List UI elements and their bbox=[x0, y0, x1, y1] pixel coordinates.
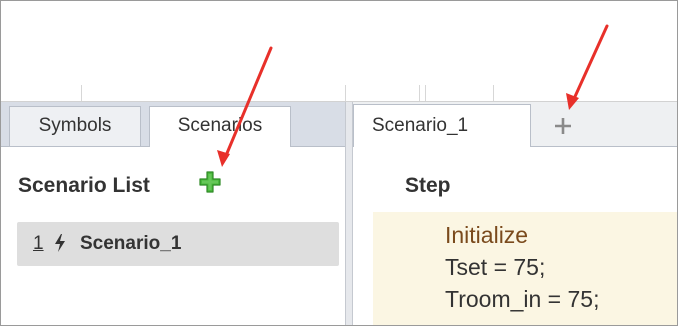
scenario-name: Scenario_1 bbox=[80, 233, 182, 254]
left-tab-bar: Symbols Scenarios bbox=[1, 102, 345, 147]
plus-icon bbox=[199, 171, 221, 193]
add-tab-button[interactable] bbox=[553, 116, 573, 136]
step-code-line: Troom_in = 75; bbox=[445, 286, 600, 312]
bolt-icon bbox=[54, 233, 66, 253]
toolbar-area bbox=[1, 1, 677, 102]
tab-symbols[interactable]: Symbols bbox=[9, 106, 141, 146]
tab-scenarios[interactable]: Scenarios bbox=[149, 106, 291, 147]
step-column-header: Step bbox=[405, 174, 451, 197]
scenario-panel: Symbols Scenarios Scenario List 1 Scenar… bbox=[1, 102, 345, 325]
tab-scenario-1[interactable]: Scenario_1 bbox=[353, 104, 531, 147]
app-window: Symbols Scenarios Scenario List 1 Scenar… bbox=[0, 0, 678, 326]
plus-icon bbox=[555, 118, 571, 134]
step-block[interactable]: Initialize Tset = 75; Troom_in = 75; bbox=[373, 212, 677, 325]
toolbar-divider bbox=[345, 85, 346, 101]
toolbar-divider bbox=[493, 85, 494, 101]
scenario-list-title: Scenario List bbox=[18, 174, 150, 197]
step-code-line: Tset = 75; bbox=[445, 254, 546, 280]
scenario-list-item[interactable]: 1 Scenario_1 bbox=[17, 222, 339, 266]
toolbar-divider bbox=[419, 85, 420, 101]
scenario-editor: Scenario_1 Step Initialize Tset = 75; Tr… bbox=[353, 102, 677, 325]
editor-tab-bar: Scenario_1 bbox=[353, 102, 677, 147]
scenario-index: 1 bbox=[33, 233, 44, 254]
add-scenario-button[interactable] bbox=[199, 171, 221, 193]
step-title: Initialize bbox=[445, 222, 529, 248]
toolbar-divider bbox=[81, 85, 82, 101]
toolbar-divider bbox=[425, 85, 426, 101]
panel-splitter[interactable] bbox=[345, 102, 353, 325]
